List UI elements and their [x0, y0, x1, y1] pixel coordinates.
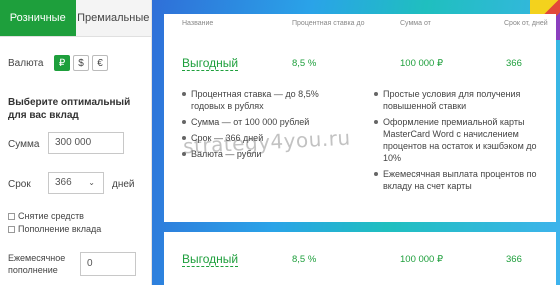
feature-item: Простые условия для получения повышенной… [374, 88, 554, 112]
deposit-amount: 100 000 ₽ [400, 254, 444, 265]
currency-label: Валюта [8, 58, 44, 69]
chevron-down-icon: ⌄ [88, 178, 95, 187]
withdrawal-option[interactable]: Снятие средств [8, 211, 84, 221]
topup-label: Пополнение вклада [18, 224, 102, 234]
monthly-input[interactable]: 0 [80, 252, 136, 276]
currency-usd-button[interactable]: $ [73, 55, 89, 71]
checkbox-icon [8, 226, 15, 234]
deposit-name-link[interactable]: Выгодный [182, 252, 239, 267]
tab-premium[interactable]: Премиальные [75, 0, 151, 36]
term-label: Срок [8, 179, 31, 190]
amount-label: Сумма [8, 139, 40, 150]
header-amount: Сумма от [400, 20, 431, 27]
term-select[interactable]: 366 ⌄ [48, 172, 104, 194]
deposit-amount: 100 000 ₽ [400, 58, 444, 69]
feature-item: Оформление премиальной карты MasterCard … [374, 116, 554, 164]
filter-panel: Розничные Премиальные Валюта ₽ $ € Выбер… [0, 0, 152, 285]
feature-item: Ежемесячная выплата процентов по вкладу … [374, 168, 554, 192]
choose-title: Выберите оптимальный для вас вклад [8, 97, 131, 121]
tab-bar: Розничные Премиальные [0, 0, 151, 37]
features-right: Простые условия для получения повышенной… [374, 88, 554, 196]
deposit-card: Выгодный 8,5 % 100 000 ₽ 366 [164, 232, 556, 285]
header-rate: Процентная ставка до [292, 20, 365, 27]
header-term: Срок от, дней [504, 20, 548, 27]
amount-input[interactable]: 300 000 [48, 132, 124, 154]
term-unit: дней [112, 179, 135, 190]
deposit-card: Название Процентная ставка до Сумма от С… [164, 14, 556, 222]
deposit-rate: 8,5 % [292, 58, 317, 69]
checkbox-icon [8, 213, 15, 221]
tab-retail[interactable]: Розничные [0, 0, 76, 36]
deposit-term: 366 [506, 58, 522, 69]
topup-option[interactable]: Пополнение вклада [8, 224, 101, 234]
deposit-name-link[interactable]: Выгодный [182, 56, 239, 71]
deposit-term: 366 [506, 254, 522, 265]
feature-item: Процентная ставка — до 8,5% годовых в ру… [182, 88, 354, 112]
term-select-value: 366 [55, 177, 72, 188]
monthly-label: Ежемесячное пополнение [8, 253, 66, 275]
header-name: Название [182, 20, 214, 27]
deposit-rate: 8,5 % [292, 254, 317, 265]
currency-rub-button[interactable]: ₽ [54, 55, 70, 71]
currency-eur-button[interactable]: € [92, 55, 108, 71]
withdrawal-label: Снятие средств [18, 211, 84, 221]
